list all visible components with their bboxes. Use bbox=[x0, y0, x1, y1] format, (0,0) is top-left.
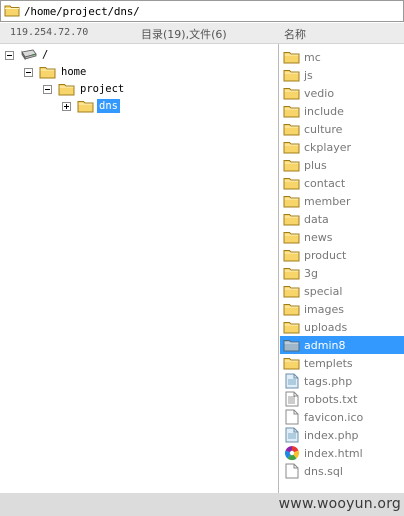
file-row[interactable]: special bbox=[280, 282, 404, 300]
folder-icon bbox=[283, 337, 300, 353]
file-name: include bbox=[304, 104, 344, 118]
file-row[interactable]: vedio bbox=[280, 84, 404, 102]
file-row[interactable]: include bbox=[280, 102, 404, 120]
file-row[interactable]: favicon.ico bbox=[280, 408, 404, 426]
folder-icon bbox=[4, 2, 20, 21]
file-name: culture bbox=[304, 122, 343, 136]
path-bar[interactable]: /home/project/dns/ bbox=[0, 0, 404, 22]
column-header-name[interactable]: 名称 bbox=[284, 26, 306, 42]
file-row[interactable]: dns.sql bbox=[280, 462, 404, 480]
tree-node-project[interactable]: project bbox=[43, 80, 126, 98]
php-file-icon bbox=[283, 373, 300, 389]
directory-tree: / home project dns bbox=[0, 44, 279, 493]
folder-icon bbox=[283, 103, 300, 119]
file-row[interactable]: mc bbox=[280, 48, 404, 66]
item-counts: 目录(19),文件(6) bbox=[141, 28, 227, 41]
file-name: robots.txt bbox=[304, 392, 358, 406]
file-name: news bbox=[304, 230, 333, 244]
file-name: index.html bbox=[304, 446, 363, 460]
tree-node-dns[interactable]: dns bbox=[62, 97, 120, 115]
file-name: js bbox=[304, 68, 313, 82]
blank-file-icon bbox=[283, 463, 300, 479]
collapse-icon[interactable] bbox=[43, 84, 52, 94]
file-name: tags.php bbox=[304, 374, 353, 388]
file-row[interactable]: news bbox=[280, 228, 404, 246]
status-bar: www.wooyun.org bbox=[0, 493, 404, 516]
file-name: product bbox=[304, 248, 347, 262]
file-name: images bbox=[304, 302, 344, 316]
folder-icon bbox=[283, 175, 300, 191]
text-file-icon bbox=[283, 391, 300, 407]
folder-icon bbox=[283, 193, 300, 209]
tree-node-label: dns bbox=[97, 99, 120, 113]
drive-icon bbox=[20, 49, 37, 61]
file-row[interactable]: plus bbox=[280, 156, 404, 174]
file-row[interactable]: product bbox=[280, 246, 404, 264]
file-name: member bbox=[304, 194, 351, 208]
file-row[interactable]: index.html bbox=[280, 444, 404, 462]
file-row[interactable]: robots.txt bbox=[280, 390, 404, 408]
tree-node-label: home bbox=[61, 66, 87, 78]
tree-node-label: / bbox=[42, 49, 49, 61]
file-row[interactable]: culture bbox=[280, 120, 404, 138]
file-name: vedio bbox=[304, 86, 335, 100]
file-row[interactable]: index.php bbox=[280, 426, 404, 444]
watermark: www.wooyun.org bbox=[278, 496, 401, 512]
file-list: mc js vedio include culture ckplayer plus conta… bbox=[280, 44, 404, 493]
folder-icon bbox=[283, 247, 300, 263]
file-name: 3g bbox=[304, 266, 318, 280]
file-row[interactable]: 3g bbox=[280, 264, 404, 282]
folder-icon bbox=[283, 283, 300, 299]
file-row[interactable]: uploads bbox=[280, 318, 404, 336]
folder-icon bbox=[39, 65, 56, 79]
file-name: mc bbox=[304, 50, 321, 64]
file-name: admin8 bbox=[304, 338, 346, 352]
file-row[interactable]: admin8 bbox=[280, 336, 404, 354]
info-bar: 119.254.72.70 目录(19),文件(6) 名称 bbox=[0, 23, 404, 44]
folder-icon bbox=[283, 121, 300, 137]
server-ip: 119.254.72.70 bbox=[10, 27, 89, 38]
expand-icon[interactable] bbox=[62, 101, 71, 111]
file-name: special bbox=[304, 284, 343, 298]
folder-icon bbox=[283, 301, 300, 317]
file-row[interactable]: images bbox=[280, 300, 404, 318]
file-name: data bbox=[304, 212, 329, 226]
file-name: dns.sql bbox=[304, 464, 343, 478]
folder-icon bbox=[283, 265, 300, 281]
folder-icon bbox=[283, 139, 300, 155]
file-row[interactable]: member bbox=[280, 192, 404, 210]
tree-node-root[interactable]: / bbox=[5, 46, 50, 64]
folder-icon bbox=[77, 99, 94, 113]
folder-icon bbox=[283, 355, 300, 371]
folder-icon bbox=[283, 211, 300, 227]
collapse-icon[interactable] bbox=[5, 50, 14, 60]
file-row[interactable]: ckplayer bbox=[280, 138, 404, 156]
file-row[interactable]: templets bbox=[280, 354, 404, 372]
file-name: contact bbox=[304, 176, 346, 190]
collapse-icon[interactable] bbox=[24, 67, 33, 77]
html-file-icon bbox=[283, 445, 300, 461]
folder-icon bbox=[283, 157, 300, 173]
file-name: plus bbox=[304, 158, 327, 172]
file-name: index.php bbox=[304, 428, 359, 442]
file-row[interactable]: contact bbox=[280, 174, 404, 192]
folder-icon bbox=[58, 82, 75, 96]
folder-icon bbox=[283, 319, 300, 335]
folder-icon bbox=[283, 49, 300, 65]
tree-node-label: project bbox=[80, 83, 125, 95]
file-name: favicon.ico bbox=[304, 410, 364, 424]
file-name: ckplayer bbox=[304, 140, 351, 154]
blank-file-icon bbox=[283, 409, 300, 425]
php-file-icon bbox=[283, 427, 300, 443]
file-row[interactable]: tags.php bbox=[280, 372, 404, 390]
path-text: /home/project/dns/ bbox=[24, 4, 140, 18]
tree-node-home[interactable]: home bbox=[24, 63, 88, 81]
file-name: templets bbox=[304, 356, 353, 370]
folder-icon bbox=[283, 229, 300, 245]
folder-icon bbox=[283, 67, 300, 83]
file-row[interactable]: js bbox=[280, 66, 404, 84]
folder-icon bbox=[283, 85, 300, 101]
file-row[interactable]: data bbox=[280, 210, 404, 228]
file-name: uploads bbox=[304, 320, 348, 334]
